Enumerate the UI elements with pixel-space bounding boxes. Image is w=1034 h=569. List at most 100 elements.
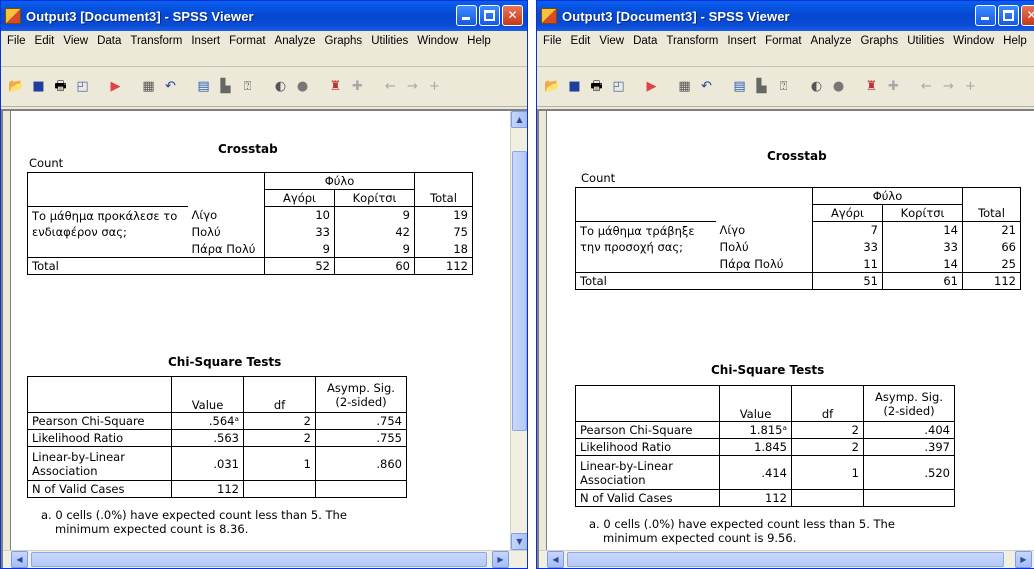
row-label: Πάρα Πολύ — [715, 255, 813, 273]
print-icon[interactable]: 🖶 — [587, 77, 606, 96]
row-variable-label: Το μάθημα προκάλεσε το ενδιαφέρον σας; — [27, 206, 188, 258]
footnote: a. 0 cells (.0%) have expected count les… — [41, 508, 347, 536]
col-header: Asymp. Sig. (2-sided) — [863, 385, 955, 422]
maximize-button[interactable] — [479, 5, 500, 26]
undo-icon[interactable]: ↶ — [697, 77, 716, 96]
export-icon[interactable]: ▶ — [642, 77, 661, 96]
undo-icon[interactable]: ↶ — [161, 77, 180, 96]
export-icon[interactable]: ▶ — [106, 77, 125, 96]
open-folder-icon[interactable]: 📂 — [543, 77, 562, 96]
menu-format[interactable]: Format — [229, 33, 265, 64]
scroll-right-icon[interactable]: ▶ — [1015, 551, 1032, 568]
select-cases-icon[interactable]: ◐ — [807, 77, 826, 96]
dialog-recall-icon[interactable]: ▦ — [675, 77, 694, 96]
menu-insert[interactable]: Insert — [727, 33, 756, 64]
toolbar: 📂 ■ 🖶 ◰ ▶ ▦ ↶ ▤ ▙ ⍰ ◐ ● ♜ ✚ ← → + — [1, 67, 527, 107]
menu-help[interactable]: Help — [467, 33, 491, 64]
menu-file[interactable]: File — [7, 33, 26, 64]
expand-icon[interactable]: + — [425, 77, 444, 96]
menu-transform[interactable]: Transform — [666, 33, 718, 64]
table-cell: .520 — [863, 455, 955, 490]
forward-arrow-icon[interactable]: → — [939, 77, 958, 96]
save-icon[interactable]: ■ — [565, 77, 584, 96]
footnote-line: a. 0 cells (.0%) have expected count les… — [589, 517, 895, 531]
menu-transform[interactable]: Transform — [130, 33, 182, 64]
dialog-recall-icon[interactable]: ▦ — [139, 77, 158, 96]
table-cell: 9 — [264, 240, 335, 258]
variables-icon[interactable]: ⍰ — [238, 77, 257, 96]
open-folder-icon[interactable]: 📂 — [7, 77, 26, 96]
scroll-thumb[interactable] — [512, 151, 527, 431]
title-bar[interactable]: Output3 [Document3] - SPSS Viewer ✕ — [537, 1, 1034, 31]
menu-help[interactable]: Help — [1003, 33, 1027, 64]
menu-edit[interactable]: Edit — [35, 33, 55, 64]
menu-utilities[interactable]: Utilities — [371, 33, 408, 64]
print-preview-icon[interactable]: ◰ — [609, 77, 628, 96]
insert-icon[interactable]: ✚ — [884, 77, 903, 96]
scroll-down-icon[interactable]: ▼ — [511, 533, 527, 550]
menu-utilities[interactable]: Utilities — [907, 33, 944, 64]
goto-case-icon[interactable]: ▙ — [216, 77, 235, 96]
menu-view[interactable]: View — [63, 33, 88, 64]
print-preview-icon[interactable]: ◰ — [73, 77, 92, 96]
title-bar[interactable]: Output3 [Document3] - SPSS Viewer ✕ — [1, 1, 527, 31]
back-arrow-icon[interactable]: ← — [917, 77, 936, 96]
vertical-scrollbar[interactable]: ▲ ▼ — [510, 111, 527, 550]
goto-data-icon[interactable]: ▤ — [194, 77, 213, 96]
goto-data-icon[interactable]: ▤ — [730, 77, 749, 96]
menu-graphs[interactable]: Graphs — [324, 33, 362, 64]
select-cases-icon[interactable]: ◐ — [271, 77, 290, 96]
close-button[interactable]: ✕ — [1021, 5, 1034, 26]
horizontal-scroll-thumb[interactable] — [31, 552, 487, 567]
horizontal-scrollbar[interactable]: ◀ ▶ — [3, 550, 527, 568]
menu-edit[interactable]: Edit — [571, 33, 591, 64]
menu-view[interactable]: View — [599, 33, 624, 64]
close-button[interactable]: ✕ — [502, 5, 523, 26]
table-cell: 18 — [414, 240, 473, 258]
outline-gutter[interactable] — [539, 111, 547, 550]
menu-file[interactable]: File — [543, 33, 562, 64]
horizontal-scrollbar[interactable]: ◀ ▶ — [539, 550, 1034, 568]
row-label: Linear-by-Linear Association — [27, 446, 172, 481]
expand-icon[interactable]: + — [961, 77, 980, 96]
scroll-up-icon[interactable]: ▲ — [511, 111, 527, 128]
menu-graphs[interactable]: Graphs — [860, 33, 898, 64]
menu-data[interactable]: Data — [633, 33, 657, 64]
value-labels-icon[interactable]: ● — [829, 77, 848, 96]
forward-arrow-icon[interactable]: → — [403, 77, 422, 96]
group-header: Φύλο — [812, 187, 963, 205]
scroll-left-icon[interactable]: ◀ — [11, 551, 28, 568]
print-icon[interactable]: 🖶 — [51, 77, 70, 96]
toolbar: 📂 ■ 🖶 ◰ ▶ ▦ ↶ ▤ ▙ ⍰ ◐ ● ♜ ✚ ← → + — [537, 67, 1034, 107]
variables-icon[interactable]: ⍰ — [774, 77, 793, 96]
menu-format[interactable]: Format — [765, 33, 801, 64]
close-icon: ✕ — [1022, 8, 1034, 23]
chi-square-table: Value df Asymp. Sig. (2-sided) Pearson C… — [575, 385, 955, 507]
menu-window[interactable]: Window — [953, 33, 994, 64]
horizontal-scroll-thumb[interactable] — [567, 552, 1004, 567]
menu-data[interactable]: Data — [97, 33, 121, 64]
minimize-button[interactable] — [456, 5, 477, 26]
count-label: Count — [581, 171, 616, 185]
scroll-left-icon[interactable]: ◀ — [547, 551, 564, 568]
scroll-right-icon[interactable]: ▶ — [492, 551, 509, 568]
menu-analyze[interactable]: Analyze — [275, 33, 316, 64]
menu-insert[interactable]: Insert — [191, 33, 220, 64]
outline-gutter[interactable] — [3, 111, 11, 550]
insert-icon[interactable]: ✚ — [348, 77, 367, 96]
designate-window-icon[interactable]: ♜ — [862, 77, 881, 96]
minimize-button[interactable] — [975, 5, 996, 26]
value-labels-icon[interactable]: ● — [293, 77, 312, 96]
goto-case-icon[interactable]: ▙ — [752, 77, 771, 96]
back-arrow-icon[interactable]: ← — [381, 77, 400, 96]
row-label: Likelihood Ratio — [575, 438, 720, 456]
maximize-button[interactable] — [998, 5, 1019, 26]
save-icon[interactable]: ■ — [29, 77, 48, 96]
col-header: Total — [414, 189, 473, 207]
crosstab-title: Crosstab — [218, 142, 278, 156]
menu-analyze[interactable]: Analyze — [811, 33, 852, 64]
menu-window[interactable]: Window — [417, 33, 458, 64]
chi-square-title: Chi-Square Tests — [711, 363, 825, 377]
col-header: df — [791, 385, 864, 422]
designate-window-icon[interactable]: ♜ — [326, 77, 345, 96]
